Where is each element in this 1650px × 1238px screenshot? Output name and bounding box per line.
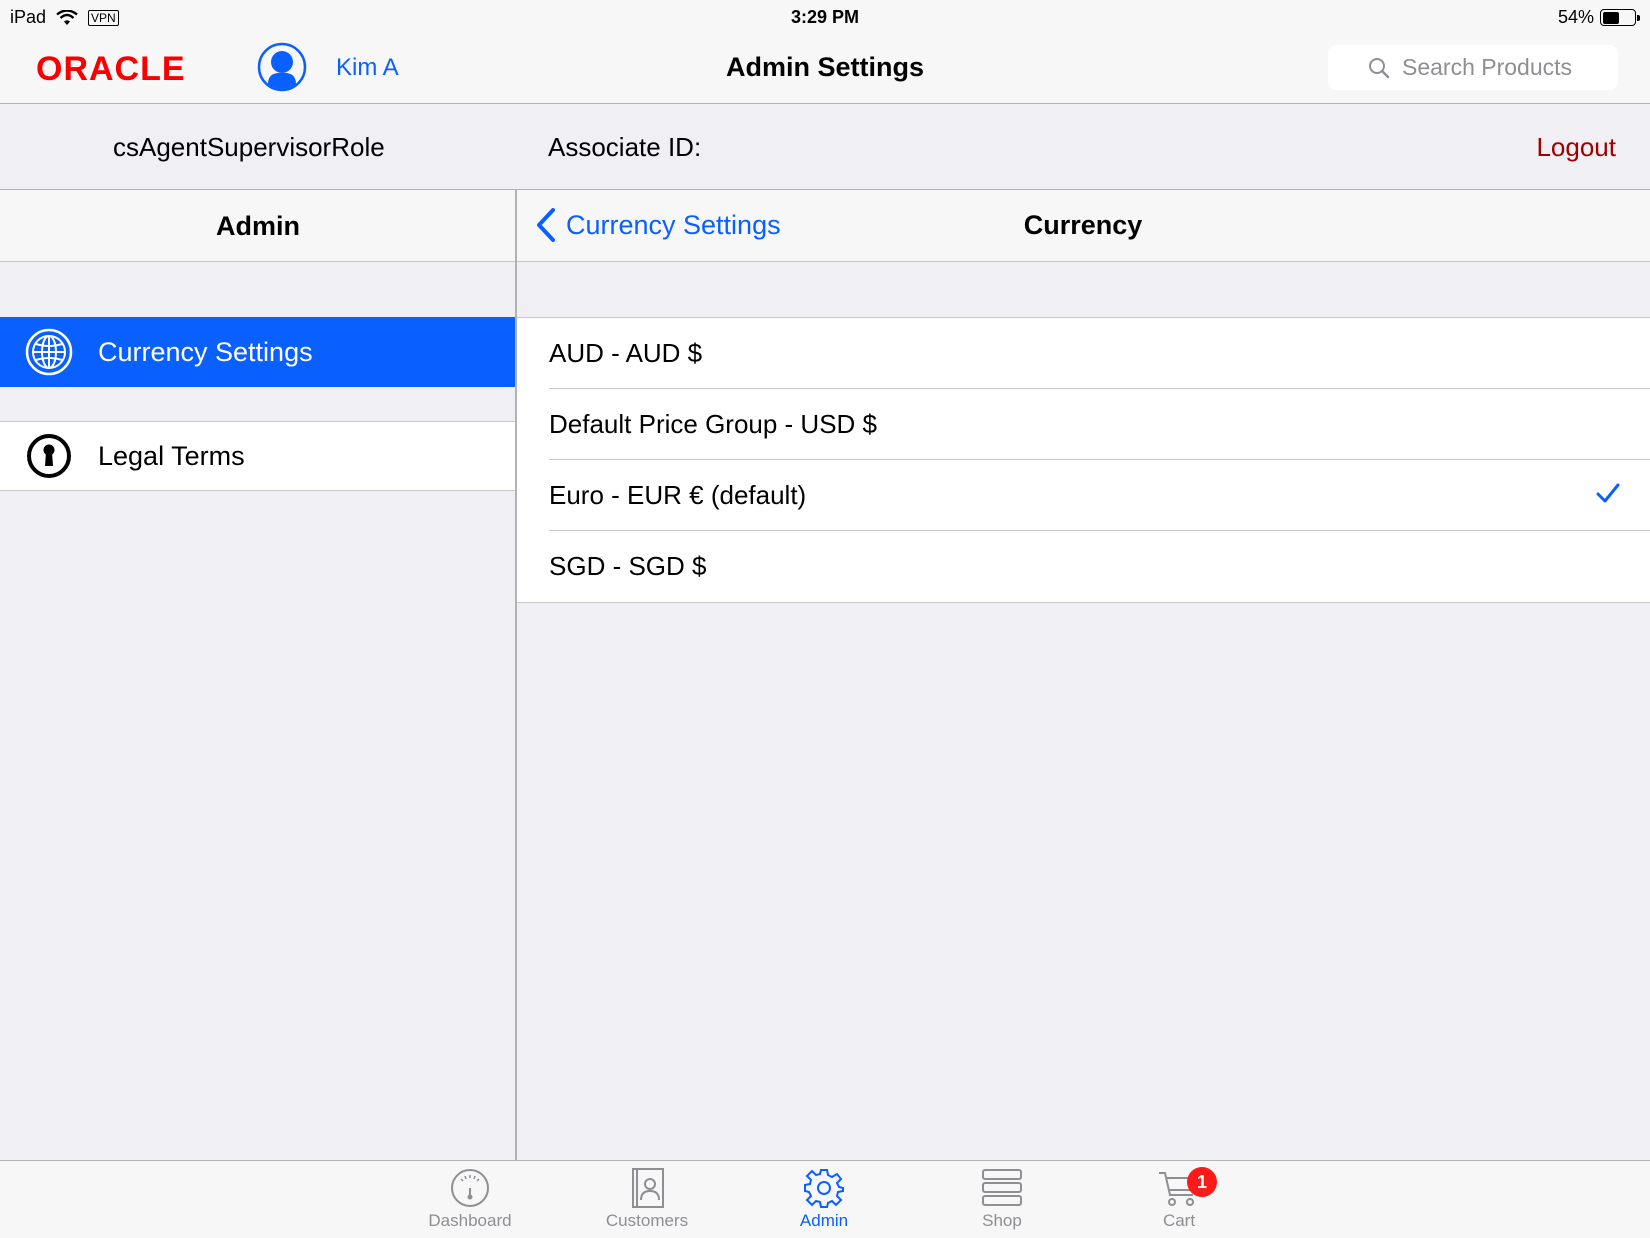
battery-fill: [1602, 11, 1620, 24]
currency-label: AUD - AUD $: [549, 338, 703, 368]
user-name-link[interactable]: Kim A: [336, 54, 399, 82]
tab-label: Shop: [982, 1211, 1022, 1230]
battery-tip: [1637, 15, 1640, 21]
menu-item-label: Currency Settings: [98, 336, 313, 367]
search-input[interactable]: Search Products: [1328, 45, 1618, 90]
menu-item-legal-terms[interactable]: Legal Terms: [0, 421, 515, 491]
cart-count-badge: 1: [1187, 1167, 1217, 1197]
menu-item-currency-settings[interactable]: Currency Settings: [0, 317, 515, 387]
back-button-label: Currency Settings: [566, 209, 781, 240]
currency-label: Default Price Group - USD $: [549, 409, 878, 439]
list-stack-icon: [982, 1169, 1022, 1206]
menu-item-label: Legal Terms: [98, 440, 245, 471]
currency-option-aud[interactable]: AUD - AUD $: [517, 318, 1650, 389]
currency-label: Euro - EUR € (default): [549, 480, 807, 510]
currency-list: AUD - AUD $ Default Price Group - USD $ …: [517, 317, 1650, 603]
contacts-book-icon: [632, 1168, 664, 1208]
tab-cart[interactable]: Cart 1: [1119, 1167, 1239, 1237]
currency-option-usd[interactable]: Default Price Group - USD $: [517, 389, 1650, 460]
search-placeholder: Search Products: [1402, 54, 1573, 80]
user-avatar-icon[interactable]: [257, 42, 307, 92]
gear-icon: [804, 1169, 844, 1208]
currency-option-sgd[interactable]: SGD - SGD $: [517, 531, 1650, 602]
globe-icon-wrap: [24, 327, 74, 377]
battery-percent: 54%: [1557, 7, 1594, 27]
battery-icon: [1600, 9, 1640, 26]
tab-label: Dashboard: [428, 1211, 512, 1230]
tab-shop[interactable]: Shop: [942, 1167, 1062, 1237]
search-icon: [1369, 57, 1390, 78]
keyhole-icon: [27, 434, 71, 478]
status-bar: iPad VPN 3:29 PM 54%: [0, 0, 1650, 34]
currency-panel: AUD - AUD $ Default Price Group - USD $ …: [517, 262, 1650, 1160]
info-bar: csAgentSupervisorRole Associate ID: Logo…: [0, 104, 1650, 190]
currency-option-eur[interactable]: Euro - EUR € (default): [517, 460, 1650, 531]
tab-admin[interactable]: Admin: [764, 1167, 884, 1237]
tab-dashboard[interactable]: Dashboard: [410, 1167, 530, 1237]
logout-button[interactable]: Logout: [1536, 132, 1616, 163]
back-button[interactable]: Currency Settings: [536, 208, 781, 242]
tab-label: Cart: [1162, 1211, 1196, 1230]
tab-label: Admin: [799, 1211, 849, 1230]
keyhole-icon-wrap: [24, 431, 74, 481]
tab-label: Customers: [605, 1211, 689, 1230]
globe-icon: [25, 328, 73, 376]
dashboard-gauge-icon: [451, 1169, 489, 1207]
status-right: 54%: [1557, 7, 1640, 28]
status-time: 3:29 PM: [790, 7, 860, 27]
checkmark-icon: [1596, 483, 1620, 503]
admin-panel-header: Admin: [0, 190, 516, 262]
chevron-left-icon: [537, 208, 555, 242]
currency-label: SGD - SGD $: [549, 551, 707, 581]
tab-bar: Dashboard Customers Admin Shop Cart 1: [0, 1160, 1650, 1238]
oracle-logo: ORACLE: [36, 50, 186, 88]
tab-customers[interactable]: Customers: [587, 1167, 707, 1237]
detail-panel-header: Currency Settings Currency: [516, 190, 1650, 262]
nav-bar: ORACLE Kim A Admin Settings Search Produ…: [0, 34, 1650, 104]
admin-menu: Currency Settings Legal Terms: [0, 262, 515, 1160]
role-label: csAgentSupervisorRole: [113, 132, 385, 162]
associate-id-label: Associate ID:: [548, 132, 702, 162]
